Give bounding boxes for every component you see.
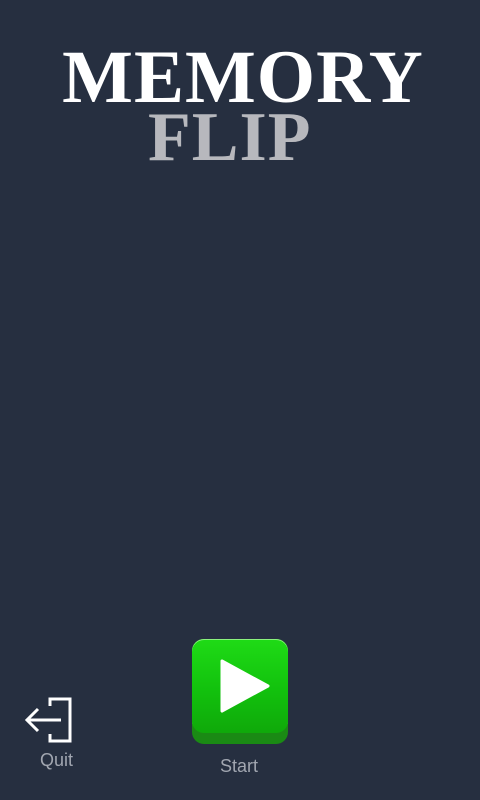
start-label: Start	[220, 756, 259, 776]
quit-button[interactable]: Quit	[22, 696, 92, 780]
play-icon	[220, 659, 270, 713]
start-button[interactable]: Start	[190, 637, 290, 777]
quit-label: Quit	[40, 750, 74, 770]
title-flip: FLIP	[148, 99, 312, 176]
exit-icon	[24, 697, 72, 743]
